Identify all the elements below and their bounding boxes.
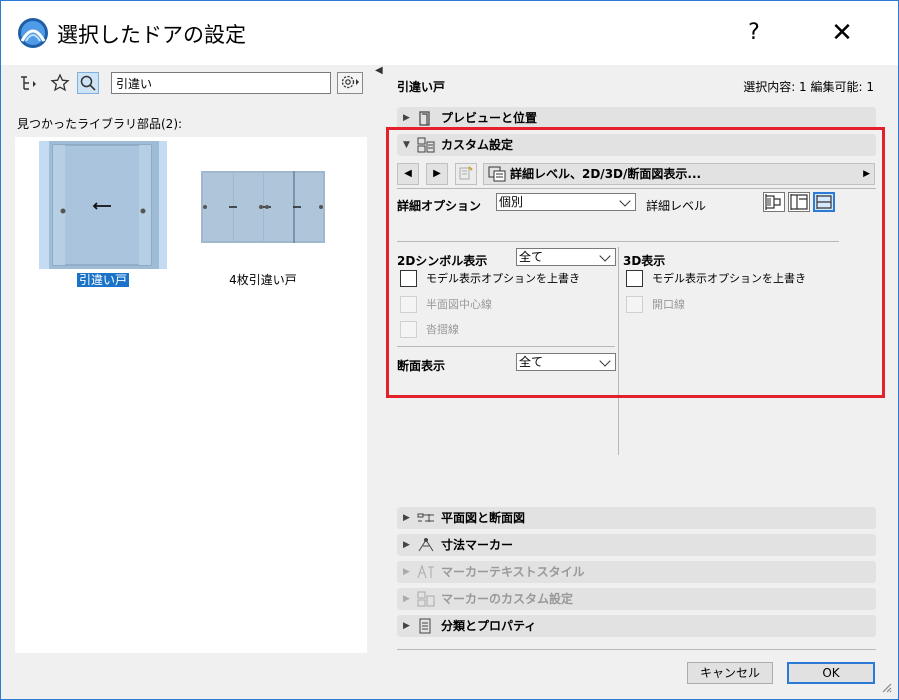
plan-section-icon	[417, 510, 435, 526]
door-settings-dialog: 選択したドアの設定 ? ✕ 見つかったライブラリ部品(2):	[0, 0, 899, 700]
section-plan-and-section[interactable]: ▶ 平面図と断面図	[397, 507, 876, 529]
expand-arrow-icon: ▶	[403, 567, 410, 577]
cancel-button[interactable]: キャンセル	[687, 662, 773, 684]
item-label: 4枚引違い戸	[229, 273, 297, 287]
selected-object-title: 引違い戸	[397, 80, 446, 94]
dialog-title: 選択したドアの設定	[57, 23, 246, 47]
ok-button[interactable]: OK	[787, 662, 875, 684]
dimension-marker-icon	[417, 537, 435, 553]
expand-arrow-icon: ▶	[403, 513, 410, 523]
archicad-logo-icon	[18, 18, 48, 48]
section-preview-position[interactable]: ▶ プレビューと位置	[397, 107, 876, 129]
expand-arrow-icon: ▶	[403, 621, 410, 631]
item-thumbnail	[199, 141, 327, 269]
library-item-four-panel-sliding-door[interactable]: 4枚引違い戸	[191, 139, 331, 289]
found-items-label: 見つかったライブラリ部品(2):	[17, 117, 183, 131]
divider	[397, 649, 876, 650]
expand-arrow-icon: ▶	[403, 594, 410, 604]
search-toggle-button[interactable]	[77, 72, 99, 94]
expand-arrow-icon: ▶	[403, 113, 410, 123]
collapse-left-pane-icon[interactable]: ◀	[375, 65, 383, 76]
favorites-star-icon[interactable]	[49, 72, 71, 94]
item-label: 引違い戸	[76, 273, 129, 287]
library-results-panel: 引違い戸 4枚引違い戸	[15, 137, 367, 653]
resize-grip-icon[interactable]	[880, 681, 892, 693]
section-marker-custom-settings[interactable]: ▶ マーカーのカスタム設定	[397, 588, 876, 610]
gear-icon	[341, 75, 359, 89]
close-button[interactable]: ✕	[819, 15, 865, 51]
title-bar: 選択したドアの設定 ? ✕	[1, 1, 898, 65]
library-search-input[interactable]	[111, 72, 331, 94]
help-button[interactable]: ?	[731, 15, 777, 51]
selection-info: 選択内容: 1 編集可能: 1	[743, 80, 874, 94]
expand-arrow-icon: ▶	[403, 540, 410, 550]
library-tree-icon[interactable]	[17, 72, 39, 94]
library-options-button[interactable]	[337, 72, 363, 94]
section-marker-text-style[interactable]: ▶ マーカーテキストスタイル	[397, 561, 876, 583]
item-thumbnail	[39, 141, 167, 269]
search-icon	[80, 75, 96, 91]
section-classification-properties[interactable]: ▶ 分類とプロパティ	[397, 615, 876, 637]
section-dimension-marker[interactable]: ▶ 寸法マーカー	[397, 534, 876, 556]
door-preview-icon	[417, 110, 435, 126]
document-icon	[417, 618, 435, 634]
marker-text-icon	[417, 564, 435, 580]
marker-custom-icon	[417, 591, 435, 607]
library-toolbar	[15, 71, 367, 97]
library-item-sliding-door[interactable]: 引違い戸	[31, 139, 171, 289]
custom-settings-highlight	[386, 127, 885, 398]
